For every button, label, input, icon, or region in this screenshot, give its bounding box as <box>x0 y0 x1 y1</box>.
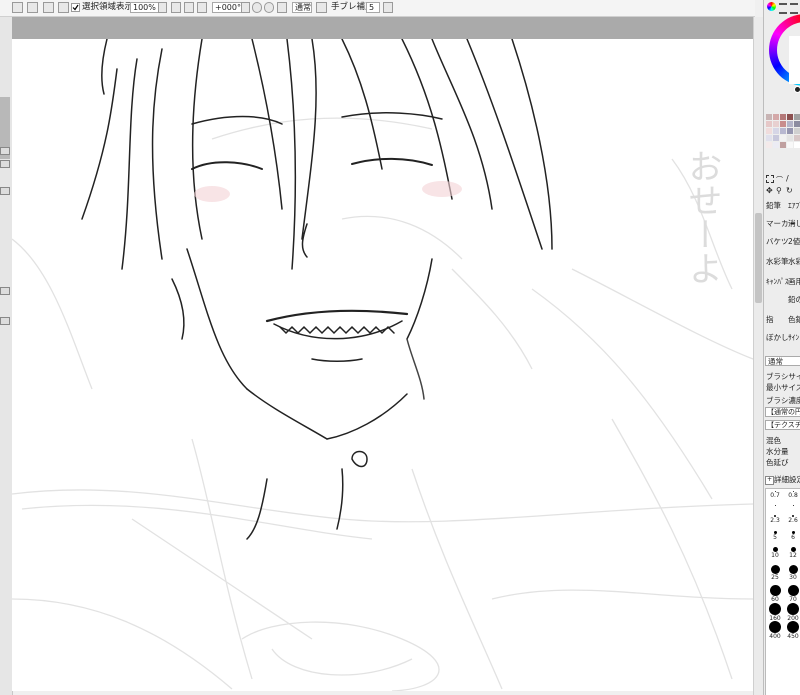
brush-size-value: 12 <box>789 552 797 559</box>
move-tool-icon[interactable]: ✥ <box>766 186 773 195</box>
brush-size-value: 70 <box>789 596 797 603</box>
brush-size-value: 60 <box>771 596 779 603</box>
vertical-scroll-thumb[interactable] <box>755 213 762 303</box>
tool-canvas[interactable]: ｷｬﾝﾊﾟｽ <box>766 277 789 286</box>
rotate-dropdown-icon[interactable] <box>241 2 250 13</box>
deselect-icon[interactable] <box>43 2 54 13</box>
min-size-label: 最小サイズ <box>766 383 800 392</box>
color-square[interactable] <box>789 36 800 84</box>
drawing-canvas[interactable]: おせーよ <box>12 39 753 691</box>
tool-eraser[interactable]: 消し <box>788 219 800 228</box>
tool-color-pencil[interactable]: 色鉛 <box>788 315 800 324</box>
swatch-palette[interactable] <box>764 112 800 162</box>
brush-size-label: ブラシサイズ <box>766 372 800 381</box>
tool-pencil[interactable]: 鉛筆 <box>766 201 781 210</box>
zoom-dropdown-icon[interactable] <box>158 2 167 13</box>
left-button-3[interactable] <box>0 187 10 195</box>
left-button-2[interactable] <box>0 160 10 168</box>
blush-marks <box>194 181 462 202</box>
color-wheel-icon[interactable] <box>767 2 776 11</box>
brush-size-value: 5 <box>773 534 777 541</box>
left-button-1[interactable] <box>0 147 10 155</box>
stabilizer-dropdown-icon[interactable] <box>383 2 393 13</box>
brush-size-grid[interactable]: 0.7 0.8 2.3 2.6 5 6 10 12 25 30 60 70 16… <box>765 488 800 695</box>
tool-binary[interactable]: 2値 <box>788 237 800 246</box>
menu-icon[interactable] <box>779 3 787 14</box>
tool-airbrush[interactable]: ｴｱﾌﾞ <box>788 201 800 210</box>
color-picker-dot <box>794 86 800 93</box>
brush-size-value: 2.3 <box>770 517 780 524</box>
advanced-expand-icon[interactable]: + <box>765 476 774 485</box>
water-label: 水分量 <box>766 447 789 456</box>
brush-size-value: 0.7 <box>770 492 780 499</box>
invert-selection-icon[interactable] <box>58 2 69 13</box>
rotate-tool-icon[interactable]: ↻ <box>786 186 793 195</box>
brush-texture-select[interactable]: 【テクスチャな <box>765 420 800 430</box>
right-panel: ⌒ / ✥ ⚲ ↻ 鉛筆 ｴｱﾌﾞ マーカー 消し バケツ 2値 水彩筆 水彩 … <box>763 0 800 695</box>
wand-tool-icon[interactable]: / <box>786 174 789 183</box>
handwriting-text: おせーよ <box>682 149 722 285</box>
lasso-tool-icon[interactable]: ⌒ <box>776 175 783 185</box>
tool-bucket[interactable]: バケツ <box>766 237 789 246</box>
zoom-reset-icon[interactable] <box>197 2 207 13</box>
left-button-5[interactable] <box>0 317 10 325</box>
brush-tool-grid: 鉛筆 ｴｱﾌﾞ マーカー 消し バケツ 2値 水彩筆 水彩 ｷｬﾝﾊﾟｽ 画用 … <box>764 199 800 349</box>
zoom-in-icon[interactable] <box>184 2 194 13</box>
advanced-settings-label: 詳細設定 <box>774 475 800 484</box>
tool-sign[interactable]: ｻｲﾝ <box>788 333 799 342</box>
brush-size-value: 25 <box>771 574 779 581</box>
checkmark-icon <box>72 4 79 11</box>
zoom-tool-icon[interactable]: ⚲ <box>776 186 782 195</box>
rotate-reset-icon[interactable] <box>277 2 287 13</box>
rotate-ccw-icon[interactable] <box>252 2 262 13</box>
brush-size-value: 10 <box>771 552 779 559</box>
brush-size-value: 30 <box>789 574 797 581</box>
select-tool-icon[interactable] <box>766 175 774 183</box>
menu-icon-2[interactable] <box>790 3 798 14</box>
tool-finger[interactable]: 指 <box>766 315 774 324</box>
inked-lines <box>81 39 553 540</box>
brush-size-value: 0.8 <box>788 492 798 499</box>
tool-blur[interactable]: ぼかし <box>766 333 789 342</box>
redo-icon[interactable] <box>27 2 38 13</box>
zoom-out-icon[interactable] <box>171 2 181 13</box>
sketch-lines <box>12 117 753 691</box>
tool-watercolor[interactable]: 水彩筆 <box>766 257 789 266</box>
flip-icon[interactable] <box>316 2 327 13</box>
canvas-top-margin <box>12 17 753 39</box>
color-extend-label: 色延び <box>766 458 789 467</box>
brush-size-value: 450 <box>787 633 799 640</box>
stabilizer-field[interactable]: 5 <box>366 2 380 13</box>
rotate-cw-icon[interactable] <box>264 2 274 13</box>
left-button-4[interactable] <box>0 287 10 295</box>
tool-watercolor-2[interactable]: 水彩 <box>788 257 800 266</box>
brush-shape-select[interactable]: 【通常の円形 <box>765 407 800 417</box>
brush-size-value: 6 <box>791 534 795 541</box>
selection-checkbox[interactable] <box>71 3 80 12</box>
tool-lead[interactable]: 鉛の <box>788 295 800 304</box>
tool-paper[interactable]: 画用 <box>788 277 800 286</box>
selection-checkbox-label: 選択領域表示 <box>82 2 134 12</box>
blend-mode-select[interactable]: 通常 <box>292 2 312 13</box>
brush-size-value: 2.6 <box>788 517 798 524</box>
lineart-drawing <box>12 39 753 691</box>
brush-density-label: ブラシ濃度 <box>766 396 800 405</box>
mix-label: 混色 <box>766 436 781 445</box>
brush-blend-select[interactable]: 通常 <box>765 356 800 366</box>
top-toolbar: 選択領域表示 100% +000° 通常 手ブレ補正 5 <box>0 0 755 17</box>
undo-icon[interactable] <box>12 2 23 13</box>
brush-size-value: 400 <box>769 633 781 640</box>
